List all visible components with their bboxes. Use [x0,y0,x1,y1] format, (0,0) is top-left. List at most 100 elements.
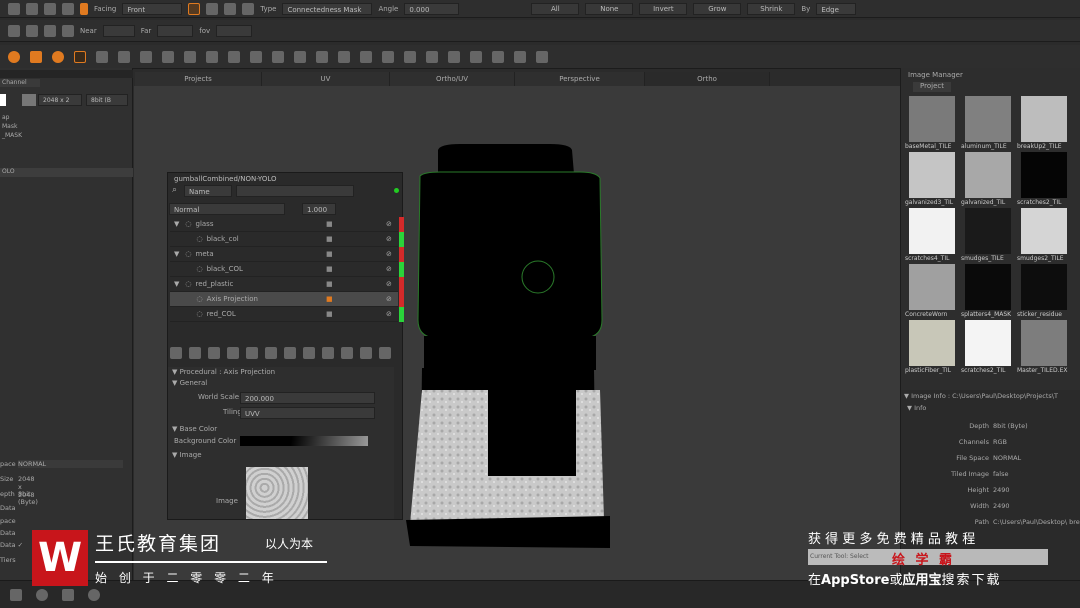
list-item[interactable]: _MASK [0,132,133,141]
image-thumbnail[interactable] [1021,208,1067,254]
visibility-icon[interactable]: ◌ [196,265,202,273]
depth-dropdown[interactable]: 8bit (B [86,94,128,106]
mask-icon[interactable] [382,50,394,63]
blend-mode-dropdown[interactable]: Normal [169,203,285,215]
arrow-down-icon[interactable] [10,589,22,601]
layers-icon[interactable] [272,50,284,63]
paint-icon[interactable] [26,2,38,15]
image-thumbnail[interactable] [909,320,955,366]
layer-row[interactable]: ◌ red_COL ■ ⊘ [170,307,404,322]
brush-icon[interactable] [44,2,56,15]
list-item[interactable]: ap [0,114,133,123]
lock-icon[interactable]: ⊘ [386,217,392,232]
add-adjust-icon[interactable] [189,347,201,359]
image-thumbnail[interactable] [246,467,308,519]
layer-row[interactable]: ◌ black_COL ■ ⊘ [170,262,404,277]
expand-arrow-icon[interactable]: ▼ [174,250,179,258]
near-field[interactable] [102,24,135,37]
duplicate-icon[interactable] [284,347,296,359]
image-thumbnail[interactable] [965,320,1011,366]
channel-icon[interactable] [294,50,306,63]
folder-icon[interactable]: ■ [326,217,333,232]
tab-ortho[interactable]: Ortho [645,72,770,86]
layer-row[interactable]: ▼ ◌ glass ■ ⊘ [170,217,404,232]
list-item[interactable] [0,150,133,159]
layer-mask-icon[interactable]: ■ [326,262,333,277]
shrink-button[interactable]: Shrink [747,2,796,15]
move-icon[interactable] [62,589,74,601]
image-thumbnail[interactable] [1021,96,1067,142]
cache-icon[interactable] [341,347,353,359]
angle-field[interactable]: 0.000 [404,2,460,15]
list-item[interactable] [0,141,133,150]
image-thumbnail[interactable] [1021,152,1067,198]
layer-row[interactable]: ◌ black_col ■ ⊘ [170,232,404,247]
add-paint-icon[interactable] [227,347,239,359]
list-item[interactable] [0,159,133,168]
share-icon[interactable] [360,347,372,359]
image-thumbnail[interactable] [909,152,955,198]
square-icon[interactable] [492,50,504,63]
tab-perspective[interactable]: Perspective [515,72,645,86]
panel-icon[interactable] [206,50,218,63]
image-thumbnail[interactable] [965,96,1011,142]
layer-row[interactable]: ◌ Axis Projection ■ ⊘ [170,292,404,307]
image-thumbnail[interactable] [909,208,955,254]
rect-select-icon[interactable] [188,2,201,15]
flatten-icon[interactable] [322,347,334,359]
world-scale-field[interactable]: 200.000 [240,392,375,404]
light-icon[interactable] [62,24,74,37]
add-layer-icon[interactable] [170,347,182,359]
expand-arrow-icon[interactable]: ▼ [174,220,179,228]
toggle-icon[interactable] [96,50,108,63]
image-thumbnail[interactable] [1021,320,1067,366]
opacity-field[interactable]: 1.000 [302,203,336,215]
trash-icon[interactable] [404,50,416,63]
uv-icon[interactable] [360,50,372,63]
visibility-icon[interactable]: ◌ [185,220,191,228]
list-item[interactable]: OLO [0,168,133,177]
select-all-button[interactable]: All [531,2,580,15]
general-section[interactable]: ▼ General [172,379,207,387]
node-icon[interactable] [250,50,262,63]
mesh-select-icon[interactable] [242,2,255,15]
prop-value[interactable]: NORMAL [18,460,123,468]
list-item[interactable] [0,177,133,186]
sphere-icon[interactable] [52,50,64,63]
image-icon[interactable] [184,50,196,63]
select-none-button[interactable]: None [585,2,634,15]
bulb-icon[interactable] [228,50,240,63]
grid-icon[interactable] [8,24,20,37]
channel-tab[interactable]: Channel [0,79,40,87]
layer-row[interactable]: ▼ ◌ red_plastic ■ ⊘ [170,277,404,292]
brain-icon[interactable] [338,50,350,63]
layer-mask-icon[interactable]: ■ [326,307,333,322]
frame-icon[interactable] [74,50,86,63]
visibility-icon[interactable]: ◌ [185,280,191,288]
size-dropdown[interactable]: 2048 x 2 [38,94,82,106]
cube-icon[interactable] [26,24,38,37]
by-dropdown[interactable]: Edge [816,2,857,15]
tab-ortho-uv[interactable]: Ortho/UV [390,72,515,86]
image-thumbnail[interactable] [909,264,955,310]
pointer-icon[interactable] [80,2,88,15]
stack-icon[interactable] [514,50,526,63]
new-icon[interactable] [8,2,20,15]
properties-header[interactable]: ▼ Procedural : Axis Projection [172,368,275,376]
select-icon[interactable] [62,2,74,15]
group-icon[interactable] [246,347,258,359]
visibility-icon[interactable]: ◌ [196,295,202,303]
merge-icon[interactable] [303,347,315,359]
visibility-icon[interactable]: ◌ [196,310,202,318]
folder-icon[interactable]: ■ [326,247,333,262]
search-input[interactable] [236,185,354,197]
tiling-dropdown[interactable]: UVV [240,407,375,419]
lock-icon[interactable]: ⊘ [386,262,392,277]
lock-icon[interactable]: ⊘ [386,307,392,322]
far-field[interactable] [157,24,194,37]
folder-icon[interactable]: ■ [326,277,333,292]
base-color-section[interactable]: ▼ Base Color [172,425,217,433]
gear-icon[interactable] [140,50,152,63]
add-procedural-icon[interactable] [208,347,220,359]
layer-mask-icon[interactable]: ■ [326,232,333,247]
